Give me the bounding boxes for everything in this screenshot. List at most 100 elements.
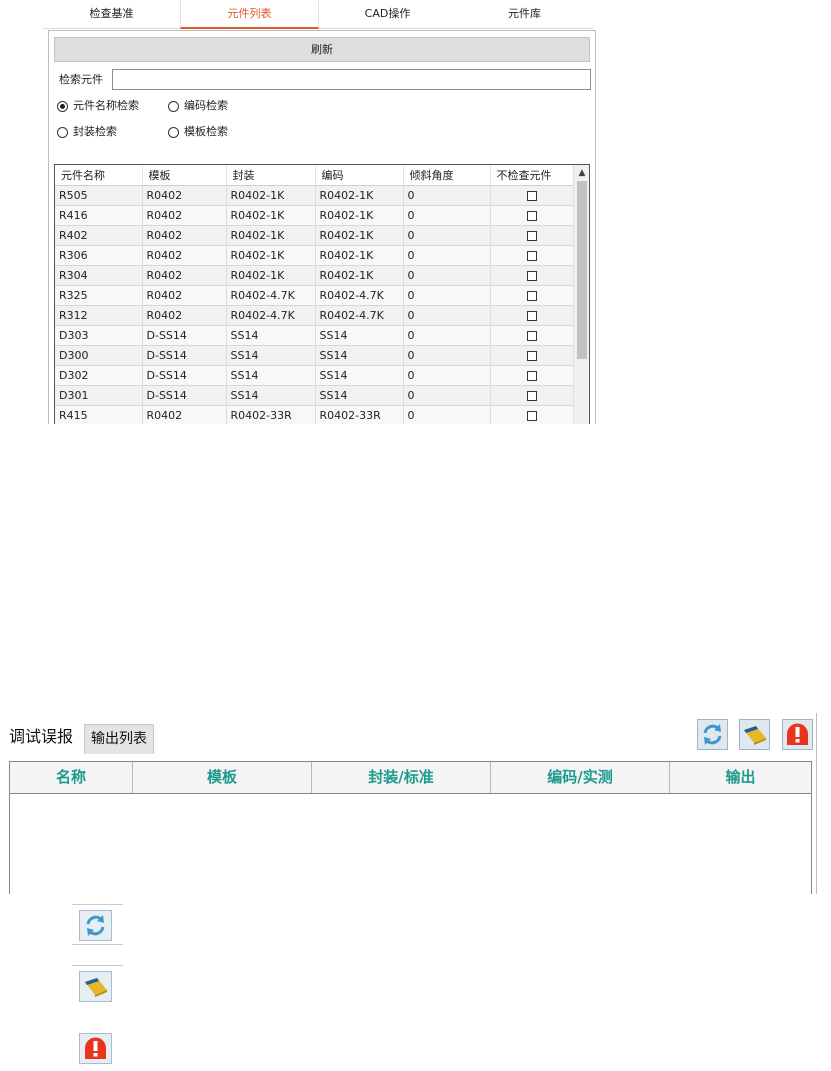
table-cell: R312 — [55, 305, 143, 326]
column-header[interactable]: 名称 — [10, 762, 133, 793]
eraser-icon — [85, 978, 107, 997]
tab-inspection-baseline[interactable]: 检查基准 — [43, 1, 180, 29]
skip-check-cell — [490, 205, 575, 226]
table-row[interactable]: D303 D-SS14 SS14 SS14 0 — [55, 325, 575, 346]
table-cell: D-SS14 — [142, 365, 227, 386]
skip-check-cell — [490, 305, 575, 326]
column-header[interactable]: 模板 — [142, 165, 227, 186]
table-cell: R402 — [55, 225, 143, 246]
tab-debug-false-report[interactable]: 调试误报 — [9, 725, 73, 749]
table-cell: 0 — [403, 345, 491, 366]
table-cell: R0402-33R — [226, 405, 316, 424]
column-header[interactable]: 编码/实测 — [491, 762, 670, 793]
table-cell: SS14 — [226, 365, 316, 386]
alarm-tool-button[interactable] — [782, 719, 813, 750]
radio-circle[interactable] — [57, 126, 68, 138]
skip-checkbox[interactable] — [526, 350, 537, 361]
table-row[interactable]: R325 R0402 R0402-4.7K R0402-4.7K 0 — [55, 285, 575, 306]
refresh-tool-button[interactable] — [697, 719, 728, 750]
table-row[interactable]: R505 R0402 R0402-1K R0402-1K 0 — [55, 185, 575, 206]
table-cell: R0402-1K — [315, 225, 404, 246]
skip-checkbox[interactable] — [526, 330, 537, 341]
skip-check-cell — [490, 345, 575, 366]
divider — [72, 904, 123, 905]
table-row[interactable]: R415 R0402 R0402-33R R0402-33R 0 — [55, 405, 575, 424]
vertical-scrollbar[interactable]: ▲ — [573, 165, 589, 424]
refresh-button[interactable]: 刷新 — [54, 37, 590, 62]
refresh-icon — [703, 724, 722, 745]
table-cell: R304 — [55, 265, 143, 286]
tab-component-library[interactable]: 元件库 — [456, 1, 593, 29]
table-cell: 0 — [403, 405, 491, 424]
table-row[interactable]: R416 R0402 R0402-1K R0402-1K 0 — [55, 205, 575, 226]
tab-cad-operations[interactable]: CAD操作 — [319, 1, 456, 29]
column-header[interactable]: 编码 — [315, 165, 404, 186]
skip-checkbox[interactable] — [526, 210, 537, 221]
legend-face — [79, 910, 112, 941]
skip-checkbox[interactable] — [526, 250, 537, 261]
legend-eraser — [72, 965, 123, 1006]
component-grid: 元件名称 模板 封装 编码 倾斜角度 不检查元件 R505 R0402 R0402-… — [54, 164, 590, 424]
scroll-up-icon[interactable]: ▲ — [574, 167, 589, 179]
radio-circle[interactable] — [168, 126, 179, 138]
tab-output-list[interactable]: 输出列表 — [84, 724, 154, 754]
skip-checkbox[interactable] — [526, 390, 537, 401]
panel-right-border — [816, 713, 821, 894]
skip-checkbox[interactable] — [526, 190, 537, 201]
table-cell: D-SS14 — [142, 325, 227, 346]
output-table-header: 名称 模板 封装/标准 编码/实测 输出 — [9, 761, 812, 794]
skip-checkbox[interactable] — [526, 270, 537, 281]
table-row[interactable]: R402 R0402 R0402-1K R0402-1K 0 — [55, 225, 575, 246]
radio-circle[interactable] — [168, 100, 179, 112]
skip-checkbox[interactable] — [526, 410, 537, 421]
radio-name-search[interactable]: 元件名称检索 — [57, 99, 139, 113]
table-row[interactable]: R306 R0402 R0402-1K R0402-1K 0 — [55, 245, 575, 266]
skip-checkbox[interactable] — [526, 230, 537, 241]
column-header[interactable]: 模板 — [133, 762, 312, 793]
table-row[interactable]: R312 R0402 R0402-4.7K R0402-4.7K 0 — [55, 305, 575, 326]
search-label: 检索元件 — [59, 73, 103, 86]
skip-checkbox[interactable] — [526, 290, 537, 301]
skip-check-cell — [490, 245, 575, 266]
table-cell: SS14 — [226, 385, 316, 406]
skip-check-cell — [490, 325, 575, 346]
table-row[interactable]: D300 D-SS14 SS14 SS14 0 — [55, 345, 575, 366]
radio-circle[interactable] — [57, 100, 68, 112]
radio-template-search[interactable]: 模板检索 — [168, 125, 228, 139]
column-header[interactable]: 封装/标准 — [312, 762, 491, 793]
output-table-body[interactable] — [9, 793, 812, 894]
column-header[interactable]: 倾斜角度 — [403, 165, 491, 186]
skip-checkbox[interactable] — [526, 310, 537, 321]
table-cell: R0402 — [142, 405, 227, 424]
skip-check-cell — [490, 185, 575, 206]
column-header[interactable]: 不检查元件 — [490, 165, 575, 186]
table-cell: R306 — [55, 245, 143, 266]
eraser-icon — [744, 726, 766, 745]
search-input[interactable] — [112, 69, 591, 90]
table-row[interactable]: D301 D-SS14 SS14 SS14 0 — [55, 385, 575, 406]
scroll-thumb[interactable] — [577, 181, 587, 359]
radio-package-search[interactable]: 封装检索 — [57, 125, 117, 139]
table-row[interactable]: D302 D-SS14 SS14 SS14 0 — [55, 365, 575, 386]
column-header[interactable]: 输出 — [670, 762, 811, 793]
table-cell: R0402-33R — [315, 405, 404, 424]
table-cell: R0402-1K — [315, 205, 404, 226]
legend-refresh — [72, 904, 123, 945]
table-cell: D303 — [55, 325, 143, 346]
table-row[interactable]: R304 R0402 R0402-1K R0402-1K 0 — [55, 265, 575, 286]
table-cell: SS14 — [315, 345, 404, 366]
column-header[interactable]: 元件名称 — [55, 165, 143, 186]
eraser-tool-button[interactable] — [739, 719, 770, 750]
radio-code-search[interactable]: 编码检索 — [168, 99, 228, 113]
column-header[interactable]: 封装 — [226, 165, 316, 186]
top-tab-bar: 检查基准 元件列表 CAD操作 元件库 — [43, 1, 593, 29]
table-cell: 0 — [403, 225, 491, 246]
tab-component-list[interactable]: 元件列表 — [180, 1, 319, 29]
radio-label: 封装检索 — [73, 125, 117, 138]
table-cell: R0402 — [142, 285, 227, 306]
skip-check-cell — [490, 405, 575, 424]
skip-checkbox[interactable] — [526, 370, 537, 381]
table-cell: R0402 — [142, 245, 227, 266]
table-cell: R505 — [55, 185, 143, 206]
table-cell: R0402-1K — [315, 245, 404, 266]
